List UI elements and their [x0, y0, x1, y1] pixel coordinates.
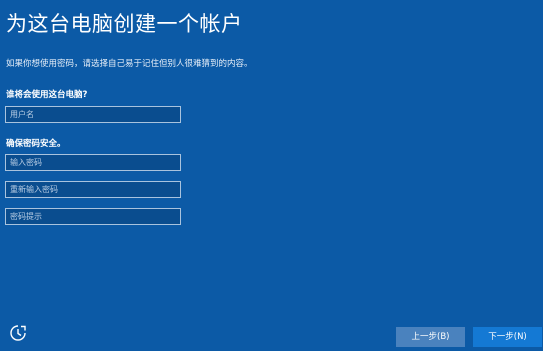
username-input[interactable]: [5, 106, 181, 123]
next-button[interactable]: 下一步(N): [473, 327, 542, 347]
password-input[interactable]: [5, 154, 181, 171]
page-title: 为这台电脑创建一个帐户: [6, 12, 243, 36]
password-hint-input[interactable]: [5, 208, 181, 225]
ease-of-access-icon[interactable]: [9, 324, 27, 342]
password-section-label: 确保密码安全。: [6, 139, 66, 149]
back-button[interactable]: 上一步(B): [396, 327, 465, 347]
page-subtitle: 如果你想使用密码，请选择自己易于记住但别人很难猜到的内容。: [6, 59, 253, 69]
confirm-password-input[interactable]: [5, 181, 181, 198]
user-section-label: 谁将会使用这台电脑?: [6, 90, 88, 100]
